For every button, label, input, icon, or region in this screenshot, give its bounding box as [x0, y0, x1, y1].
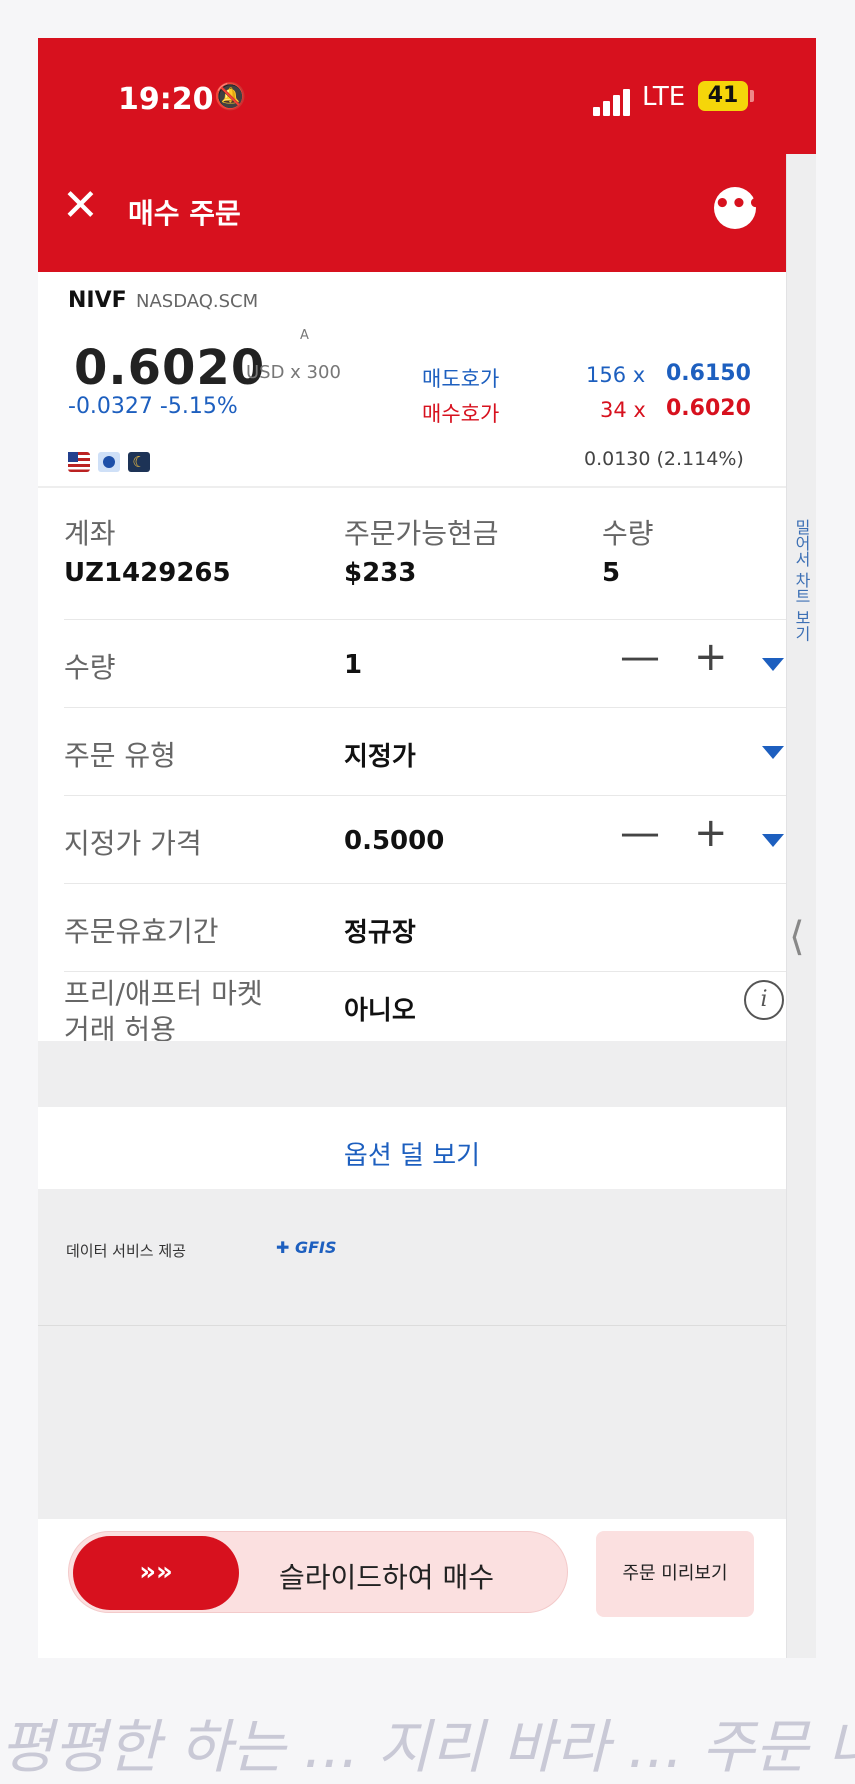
validity-label: 주문유효기간 [64, 915, 219, 948]
quantity-decrement-button[interactable]: — [620, 634, 660, 680]
order-type-select[interactable]: 지정가 [344, 736, 416, 773]
footer-area [38, 1189, 786, 1519]
order-type-label: 주문 유형 [64, 739, 176, 772]
available-cash-value: $233 [344, 558, 417, 588]
spread: 0.0130 (2.114%) [584, 448, 744, 470]
chart-slide-label: 밀어서 차트 보기 [792, 519, 811, 642]
ask-price: 0.6150 [666, 361, 751, 386]
screen: 19:20 🔕 LTE 41 ✕ 매수 주문 ••• 밀어서 차트 보기 ⟨ N [0, 0, 855, 1781]
network-type: LTE [642, 82, 686, 112]
change-percent: -5.15% [159, 394, 238, 419]
muted-bell-icon: 🔕 [214, 82, 247, 112]
quantity-increment-button[interactable]: + [694, 634, 728, 680]
divider-line [38, 1325, 786, 1326]
price-unit: USD x 300 [246, 362, 341, 383]
limit-price-increment-button[interactable]: + [694, 810, 728, 856]
available-cash-label: 주문가능현금 [344, 517, 499, 550]
chevron-left-icon[interactable]: ⟨ [789, 914, 805, 960]
background-caption: 평평한 하는 ... 지리 바라 ... 주문 너머 [0, 1713, 855, 1781]
close-icon[interactable]: ✕ [62, 184, 99, 228]
ask-label: 매도호가 [422, 367, 500, 391]
ask-size: 156 x [586, 363, 646, 387]
limit-price-dropdown-icon[interactable] [762, 834, 784, 847]
last-price: 0.6020 [74, 340, 266, 396]
extended-hours-value[interactable]: 아니오 [344, 990, 416, 1027]
order-type-row[interactable]: 주문 유형 지정가 [64, 708, 786, 796]
change-value: -0.0327 [68, 394, 153, 419]
bid-size: 34 x [600, 398, 646, 422]
status-time: 19:20 [118, 82, 214, 117]
limit-price-row: 지정가 가격 0.5000 — + [64, 796, 786, 884]
account-number[interactable]: UZ1429265 [64, 558, 231, 588]
order-preview-button[interactable]: 주문 미리보기 [596, 1531, 754, 1617]
account-row: 계좌 UZ1429265 주문가능현금 $233 수량 5 [64, 488, 786, 620]
fewer-options-label: 옵션 덜 보기 [343, 1141, 481, 1171]
quantity-input[interactable]: 1 [344, 650, 362, 680]
limit-price-input[interactable]: 0.5000 [344, 826, 444, 856]
more-options-icon[interactable]: ••• [714, 187, 764, 229]
signal-icon [593, 88, 633, 116]
limit-price-label: 지정가 가격 [64, 827, 202, 860]
gfis-brand: GFIS [294, 1238, 337, 1257]
validity-row[interactable]: 주문유효기간 정규장 [64, 884, 786, 972]
price-change: -0.0327 -5.15% [68, 394, 238, 419]
bid-label: 매수호가 [422, 402, 500, 426]
gfis-logo: ✚ GFIS [276, 1238, 337, 1257]
info-icon[interactable]: i [744, 980, 784, 1020]
quantity-row: 수량 1 — + [64, 620, 786, 708]
quantity-label: 수량 [64, 651, 116, 684]
header: ✕ 매수 주문 ••• [38, 154, 816, 272]
status-bar: 19:20 🔕 LTE 41 [38, 38, 816, 154]
limit-price-decrement-button[interactable]: — [620, 810, 660, 856]
exchange-name: NASDAQ.SCM [136, 291, 259, 312]
data-provider-text: 데이터 서비스 제공 [66, 1242, 186, 1260]
extended-hours-label-1: 프리/애프터 마켓 [64, 977, 263, 1010]
phone-frame: 19:20 🔕 LTE 41 ✕ 매수 주문 ••• 밀어서 차트 보기 ⟨ N [38, 38, 816, 1658]
price-marker: A [300, 328, 309, 343]
account-label: 계좌 [64, 517, 116, 550]
order-type-dropdown-icon[interactable] [762, 746, 784, 759]
quantity-dropdown-icon[interactable] [762, 658, 784, 671]
us-flag-icon [68, 452, 90, 472]
bottom-action-bar: »» 슬라이드하여 매수 주문 미리보기 [38, 1519, 786, 1658]
moon-icon: ☾ [128, 452, 150, 472]
section-divider [38, 1041, 786, 1107]
extended-hours-row: 프리/애프터 마켓 거래 허용 아니오 i [64, 972, 786, 1046]
held-quantity-value: 5 [602, 558, 621, 588]
quote-panel: NIVF NASDAQ.SCM A 0.6020 USD x 300 -0.03… [38, 272, 786, 488]
validity-value[interactable]: 정규장 [344, 912, 416, 949]
ticker-symbol: NIVF [68, 288, 127, 313]
battery-tip [750, 90, 754, 102]
clock-icon [98, 452, 120, 472]
slide-knob[interactable]: »» [73, 1536, 239, 1610]
chart-slide-panel[interactable]: 밀어서 차트 보기 ⟨ [786, 154, 816, 1658]
battery-icon: 41 [698, 81, 748, 111]
page-title: 매수 주문 [128, 197, 241, 230]
slide-to-buy-control[interactable]: »» 슬라이드하여 매수 [68, 1531, 568, 1613]
held-quantity-label: 수량 [602, 517, 654, 550]
bid-price: 0.6020 [666, 396, 751, 421]
fewer-options-button[interactable]: 옵션 덜 보기 [38, 1107, 786, 1189]
slide-to-buy-label: 슬라이드하여 매수 [279, 1561, 494, 1594]
